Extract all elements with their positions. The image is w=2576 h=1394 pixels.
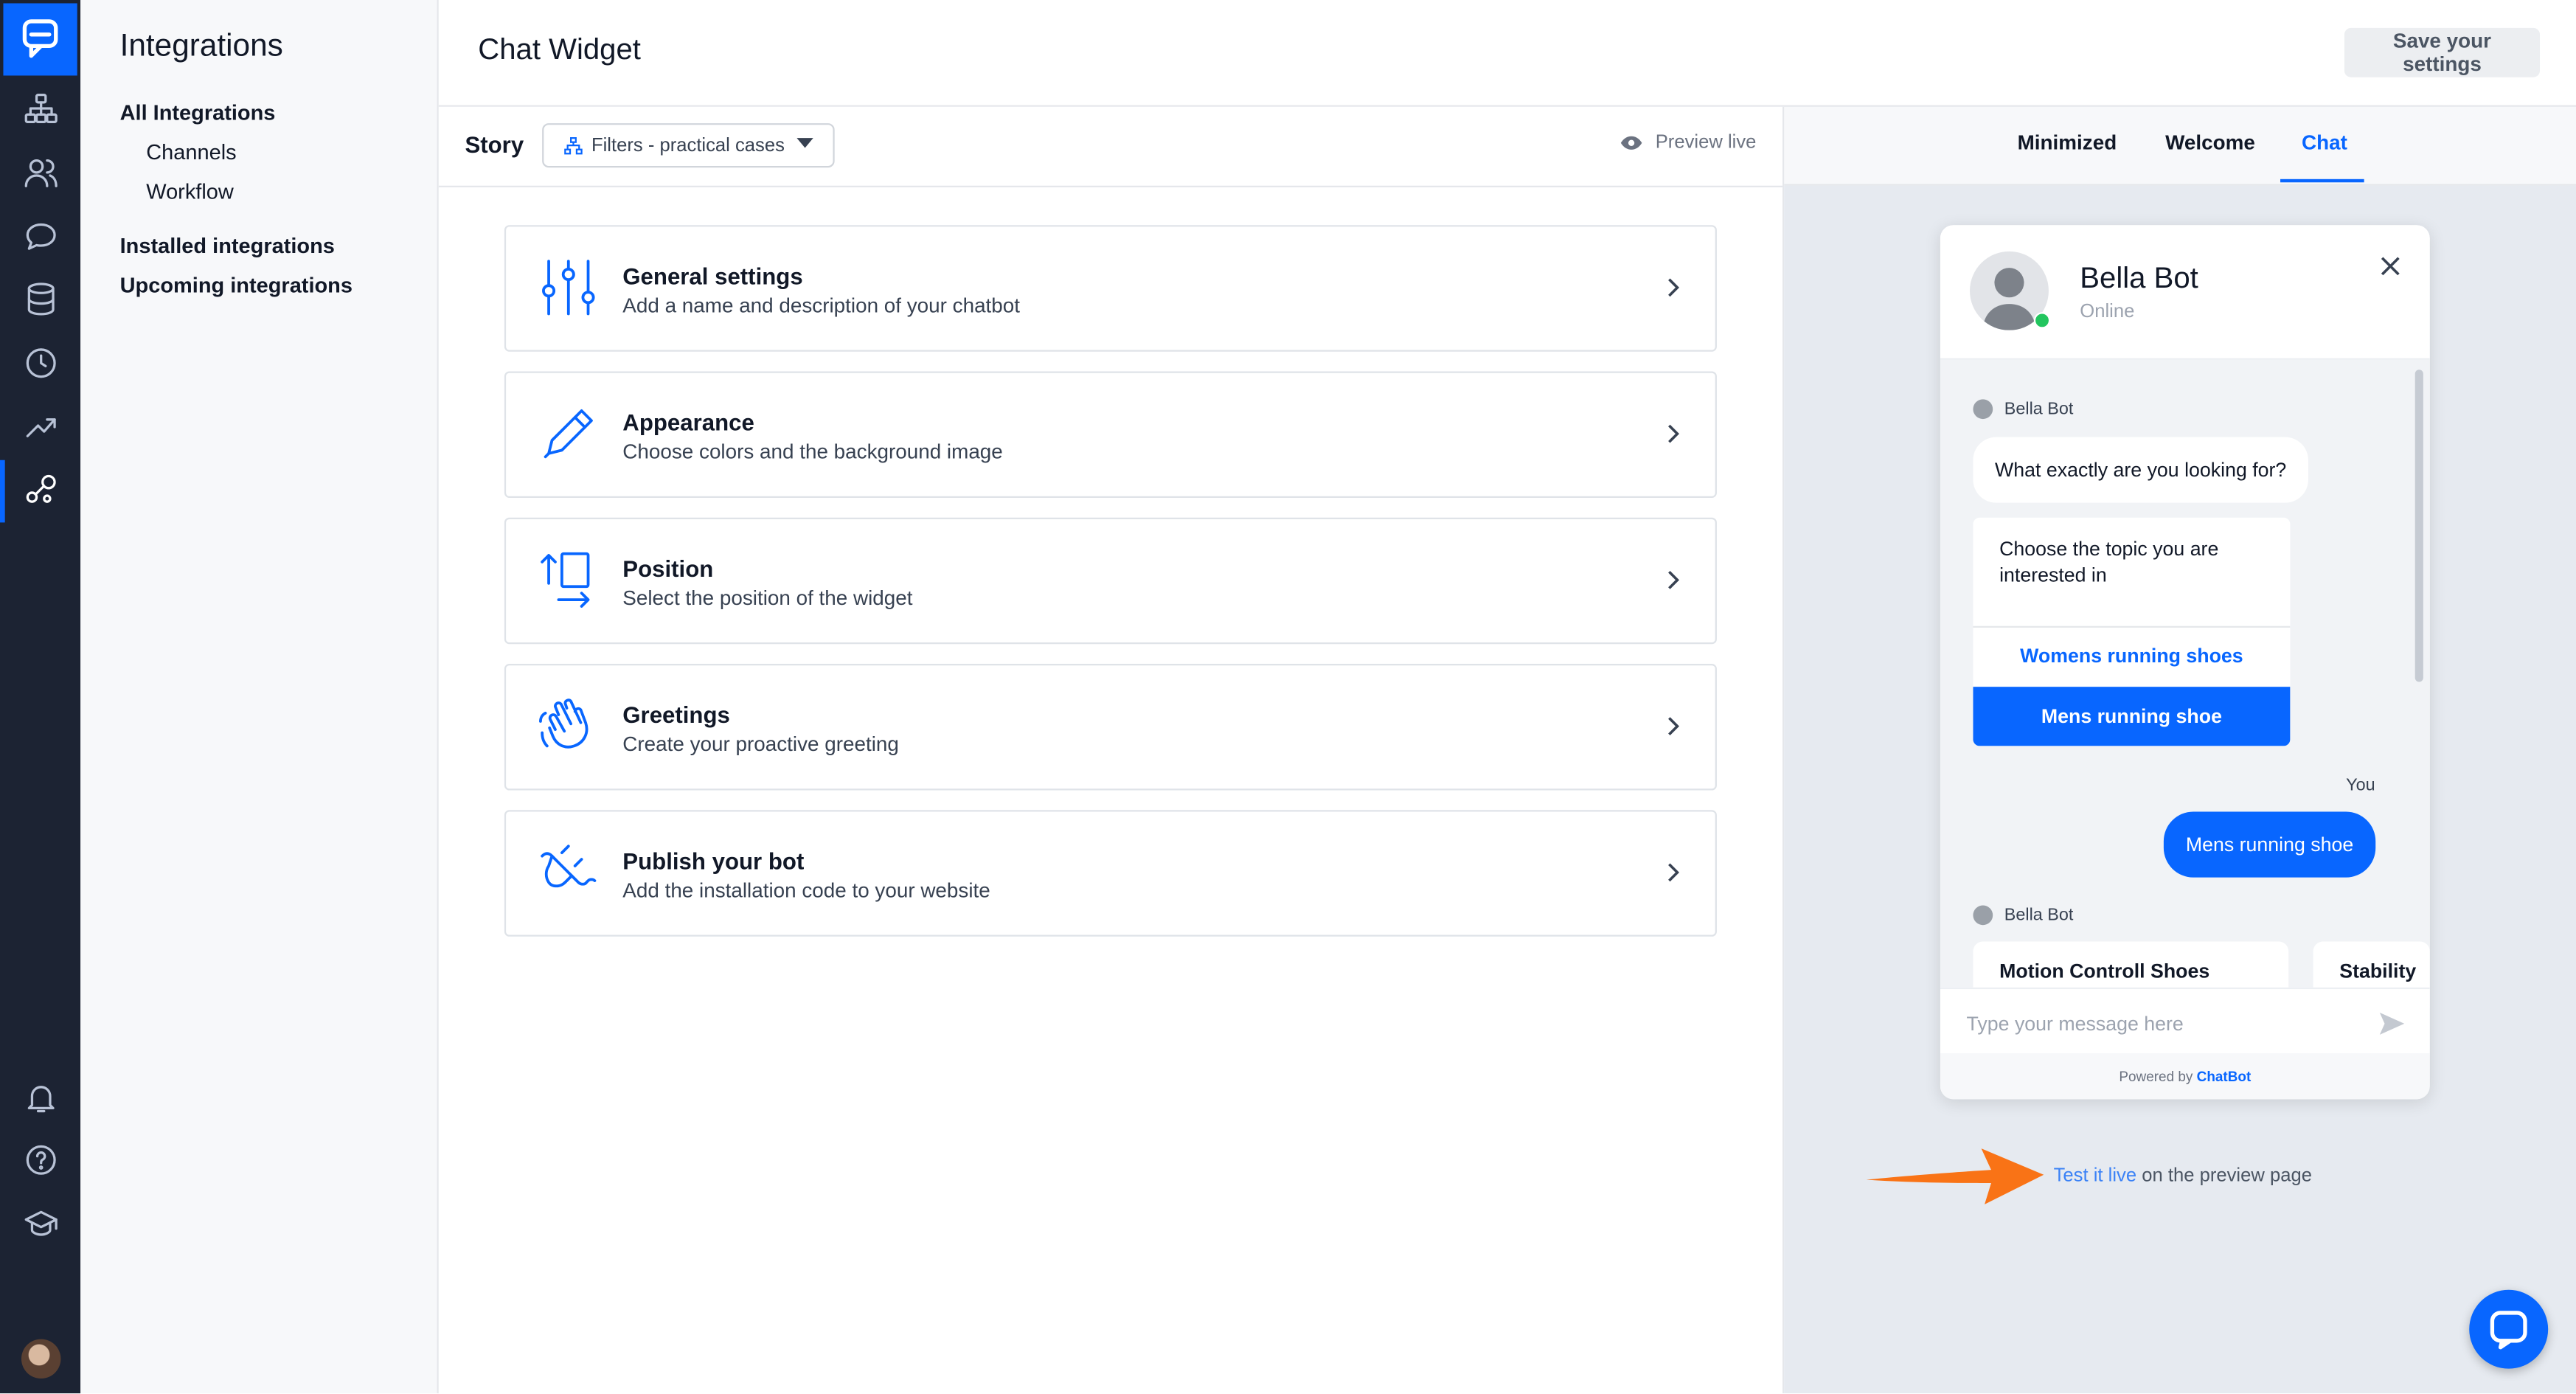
sidebar-item-channels[interactable]: Channels — [146, 139, 236, 164]
active-tab-indicator — [2280, 178, 2364, 183]
card-description: Select the position of the widget — [622, 586, 913, 610]
sidebar-item-installed-integrations[interactable]: Installed integrations — [120, 233, 335, 257]
powered-by: Powered by ChatBot — [1940, 1053, 2430, 1100]
sidebar-title: Integrations — [119, 30, 283, 64]
page-header: Chat Widget Save your settings — [438, 0, 2576, 107]
help-icon[interactable] — [20, 1139, 63, 1182]
trend-icon[interactable] — [20, 404, 63, 447]
tab-minimized[interactable]: Minimized — [2018, 131, 2117, 154]
powered-by-brand[interactable]: ChatBot — [2197, 1068, 2252, 1084]
preview-live-label: Preview live — [1655, 133, 1757, 153]
floating-chat-button[interactable] — [2469, 1289, 2549, 1369]
card-description: Add the installation code to your websit… — [622, 878, 990, 903]
sidebar-item-workflow[interactable]: Workflow — [146, 179, 234, 204]
card-description: Choose colors and the background image — [622, 440, 1003, 464]
academy-icon[interactable] — [20, 1203, 63, 1246]
transcript-scrollbar[interactable] — [2414, 370, 2423, 682]
plug-icon — [535, 839, 601, 905]
chevron-right-icon — [1668, 863, 1680, 882]
divider — [1973, 625, 2291, 628]
preview-tabs: Minimized Welcome Chat — [1784, 106, 2576, 186]
settings-column: Story Filters - practical cases Preview … — [438, 106, 1785, 1394]
message-sender: Bella Bot — [2004, 905, 2074, 926]
eye-icon — [1620, 136, 1642, 150]
app-rail — [0, 0, 81, 1394]
card-title: General settings — [622, 263, 803, 290]
integrations-sidebar: Integrations All Integrations Channels W… — [80, 0, 439, 1394]
test-it-live-link[interactable]: Test it live — [2054, 1167, 2136, 1187]
quick-reply-card: Choose the topic you are interested in W… — [1973, 517, 2291, 746]
widget-header: Bella Bot Online — [1940, 225, 2430, 360]
user-avatar[interactable] — [21, 1339, 61, 1379]
message-sender: Bella Bot — [2004, 399, 2074, 420]
chat-launcher-icon — [2490, 1311, 2527, 1350]
chatbot-logo-icon[interactable] — [3, 3, 77, 76]
card-title: Greetings — [622, 701, 730, 728]
sliders-icon — [535, 254, 601, 320]
message-input-placeholder[interactable]: Type your message here — [1967, 1012, 2184, 1035]
quick-reply-womens[interactable]: Womens running shoes — [1973, 644, 2290, 667]
story-bar: Story Filters - practical cases Preview … — [438, 107, 1783, 187]
chevron-right-icon — [1668, 717, 1680, 736]
chat-transcript: Bella Bot What exactly are you looking f… — [1940, 359, 2430, 1008]
quick-reply-question: Choose the topic you are interested in — [1999, 537, 2219, 587]
card-title: Position — [622, 555, 714, 582]
chat-bubble-icon[interactable] — [20, 215, 63, 258]
product-card-title: Stability — [2339, 959, 2417, 983]
story-label: Story — [465, 131, 524, 158]
history-icon[interactable] — [20, 341, 63, 384]
page-title: Chat Widget — [478, 32, 641, 66]
bot-message: What exactly are you looking for? — [1973, 437, 2308, 503]
message-input-bar[interactable]: Type your message here — [1940, 987, 2430, 1055]
card-greetings[interactable]: Greetings Create your proactive greeting — [504, 663, 1717, 791]
chevron-right-icon — [1668, 278, 1680, 297]
position-icon — [535, 547, 601, 613]
integrations-icon[interactable] — [20, 468, 63, 511]
story-tree-icon — [564, 136, 583, 154]
sidebar-item-upcoming-integrations[interactable]: Upcoming integrations — [120, 273, 353, 297]
card-title: Appearance — [622, 409, 754, 436]
database-icon[interactable] — [20, 277, 63, 320]
users-icon[interactable] — [20, 151, 63, 194]
story-select[interactable]: Filters - practical cases — [542, 123, 835, 168]
chevron-right-icon — [1668, 424, 1680, 443]
test-live-rest: on the preview page — [2136, 1166, 2313, 1187]
message-sender-you: You — [2346, 775, 2375, 796]
tab-welcome[interactable]: Welcome — [2165, 131, 2255, 154]
close-icon[interactable] — [2377, 253, 2403, 280]
user-message: Mens running shoe — [2163, 811, 2376, 878]
bot-status: Online — [2080, 302, 2135, 322]
preview-live-link[interactable]: Preview live — [1619, 133, 1757, 153]
story-select-value: Filters - practical cases — [591, 135, 785, 156]
pencil-icon — [535, 401, 601, 467]
card-description: Add a name and description of your chatb… — [622, 294, 1021, 317]
bot-mini-avatar — [1973, 399, 1993, 420]
widget-preview-panel: Minimized Welcome Chat Bella Bot Online … — [1784, 106, 2576, 1394]
product-card-title: Motion Controll Shoes — [1999, 959, 2210, 983]
tab-chat[interactable]: Chat — [2302, 131, 2347, 154]
orange-arrow-icon — [1866, 1148, 2044, 1204]
rail-active-indicator — [0, 460, 5, 523]
powered-by-prefix: Powered by — [2119, 1068, 2197, 1085]
quick-reply-mens[interactable]: Mens running shoe — [1973, 687, 2291, 746]
bot-mini-avatar — [1973, 905, 1993, 926]
wave-hand-icon — [535, 693, 601, 759]
card-description: Create your proactive greeting — [622, 732, 899, 756]
online-indicator — [2033, 312, 2051, 329]
chevron-down-icon — [796, 138, 813, 148]
save-settings-button[interactable]: Save your settings — [2344, 27, 2541, 77]
test-live-hint: Test it live on the preview page — [2054, 1167, 2312, 1187]
card-publish-bot[interactable]: Publish your bot Add the installation co… — [504, 810, 1717, 937]
bot-name: Bella Bot — [2080, 261, 2198, 294]
sidebar-item-all-integrations[interactable]: All Integrations — [120, 100, 276, 125]
chat-widget-preview: Bella Bot Online Bella Bot What exactly … — [1940, 225, 2430, 1100]
card-title: Publish your bot — [622, 847, 805, 875]
card-appearance[interactable]: Appearance Choose colors and the backgro… — [504, 371, 1717, 498]
card-position[interactable]: Position Select the position of the widg… — [504, 517, 1717, 645]
chevron-right-icon — [1668, 570, 1680, 589]
bell-icon[interactable] — [20, 1076, 63, 1119]
card-general-settings[interactable]: General settings Add a name and descript… — [504, 225, 1717, 352]
sitemap-icon[interactable] — [20, 87, 63, 130]
send-icon[interactable] — [2377, 1009, 2406, 1038]
